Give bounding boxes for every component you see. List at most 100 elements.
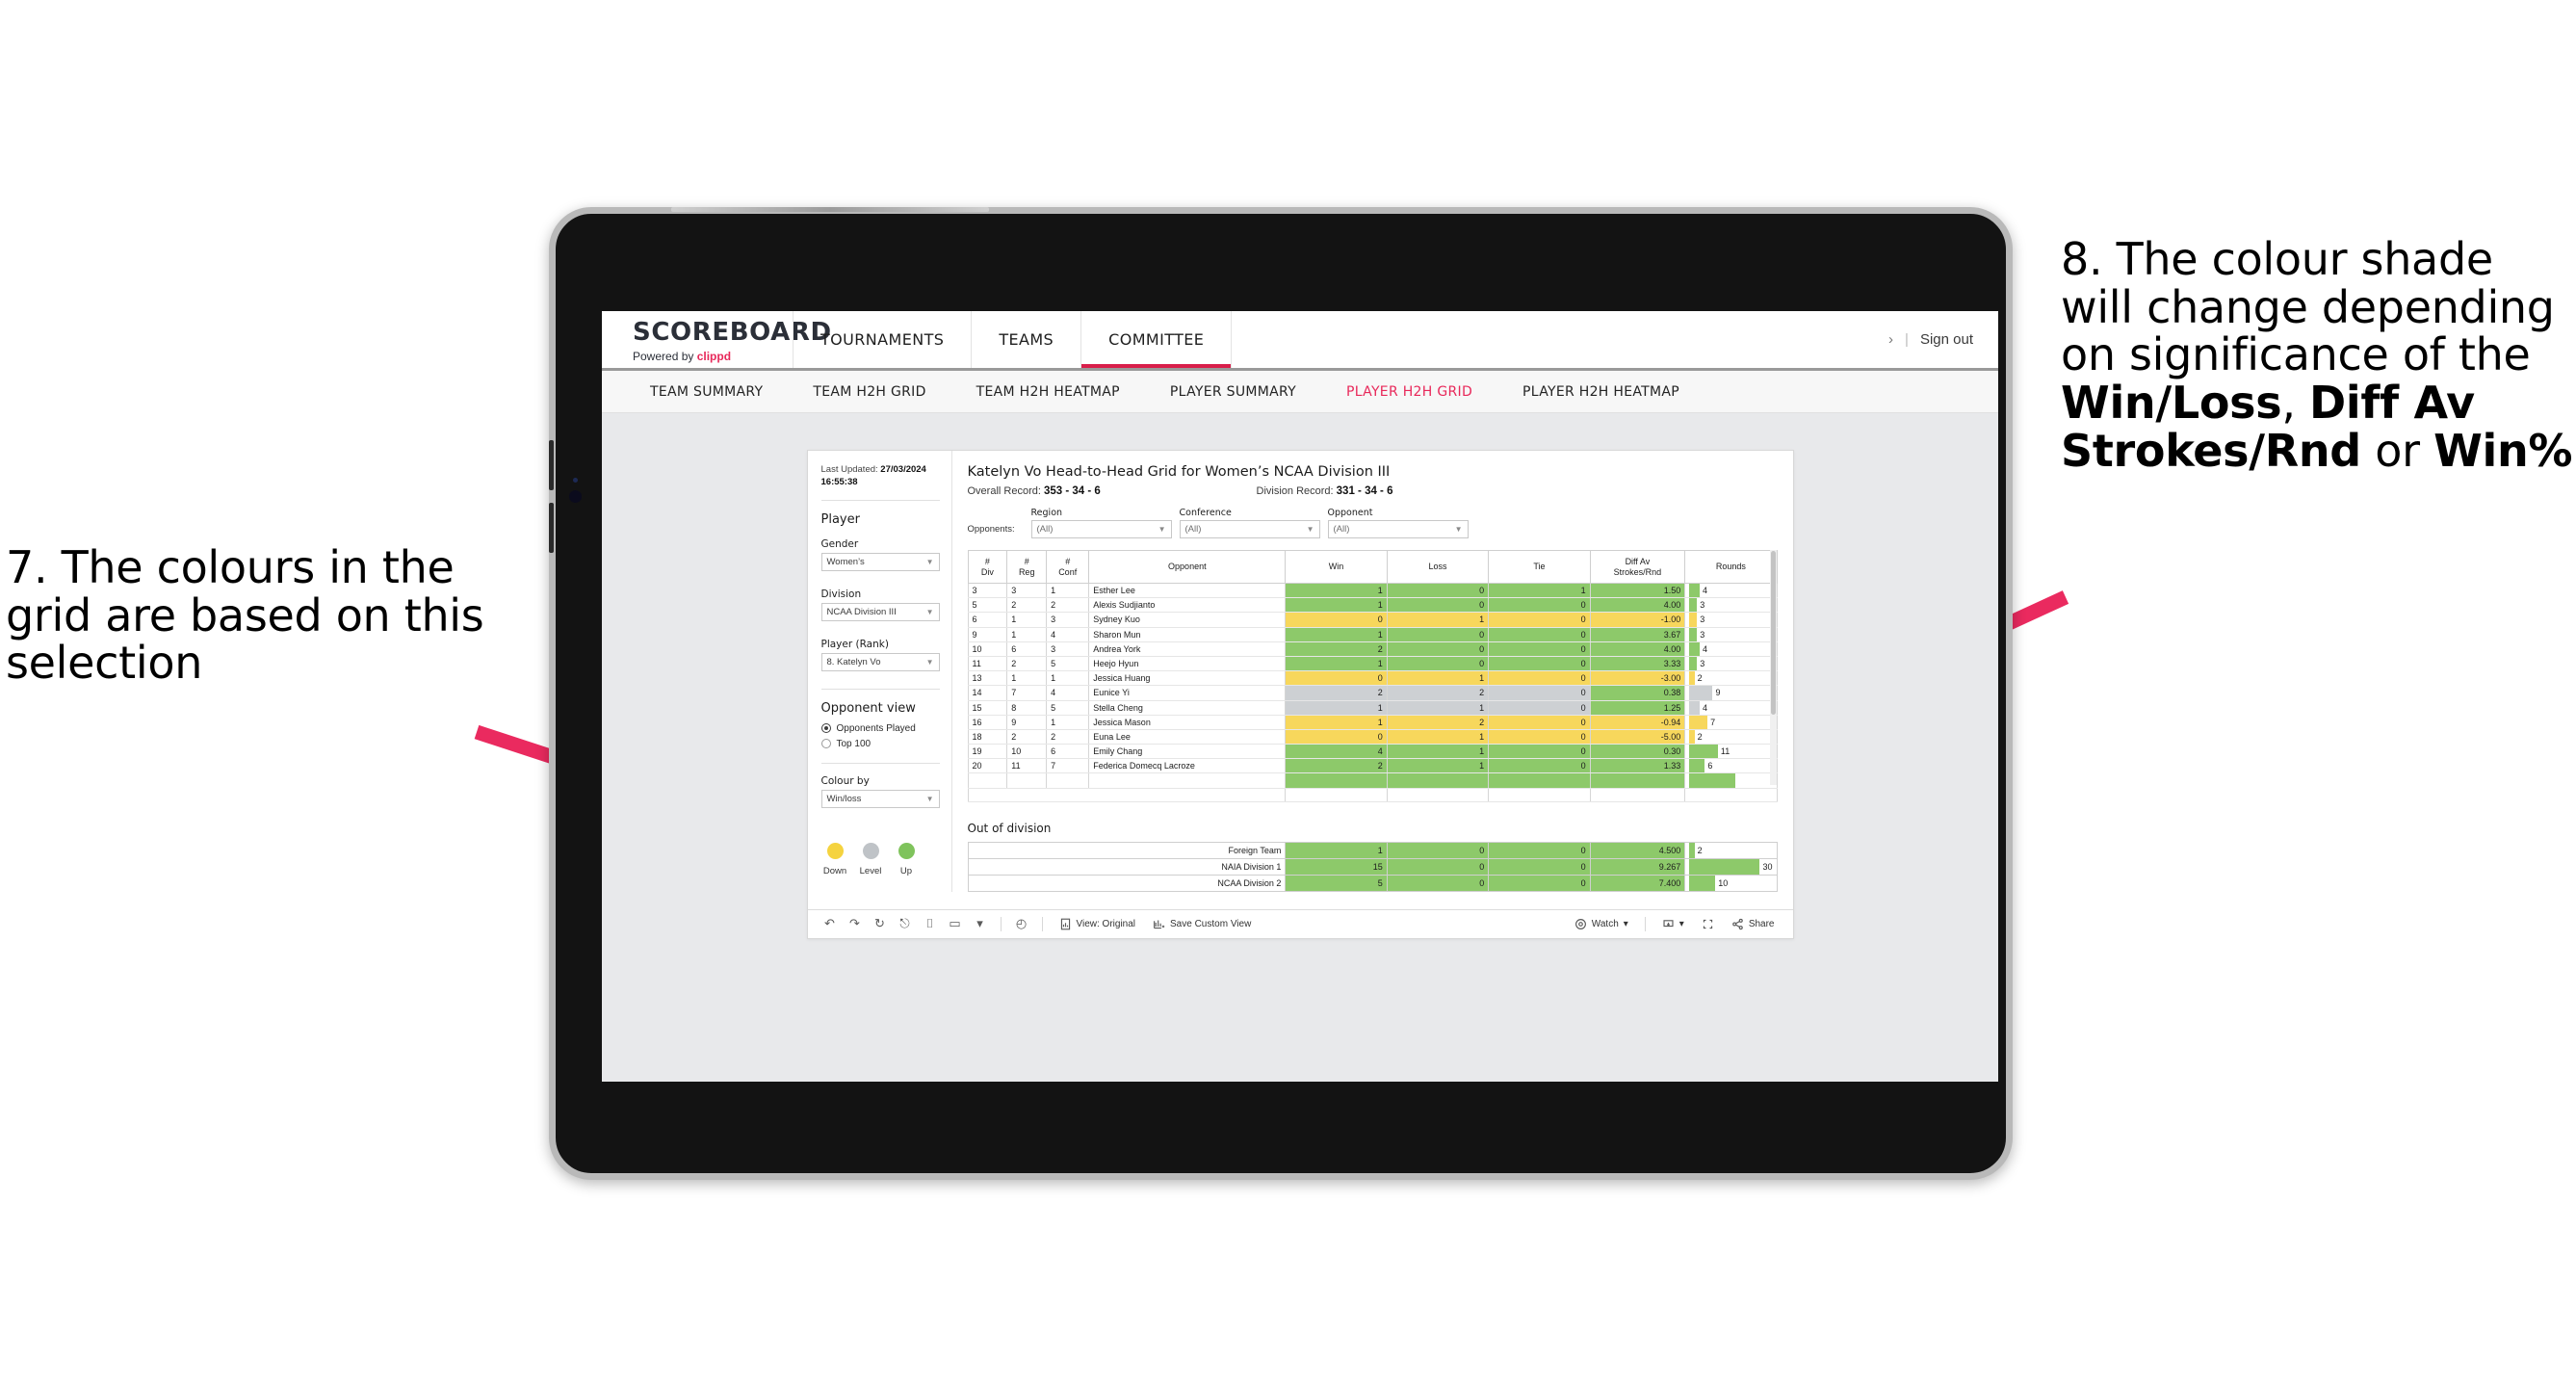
opponent-value: (All) <box>1333 524 1350 535</box>
table-row[interactable]: 9 1 4 Sharon Mun 1 0 0 3.67 3 <box>967 627 1778 642</box>
column-header-win[interactable]: Win <box>1285 550 1388 584</box>
subnav-item-player-h2h-heatmap[interactable]: PLAYER H2H HEATMAP <box>1497 384 1704 400</box>
opponent-select[interactable]: (All) ▼ <box>1327 520 1469 538</box>
chevron-down-icon: ▼ <box>925 607 934 616</box>
device-layout-icon[interactable]: ▭ <box>943 916 968 931</box>
view-original-button[interactable]: View: Original <box>1051 918 1145 930</box>
player-rank-select[interactable]: 8. Katelyn Vo ▼ <box>820 652 940 671</box>
fullscreen-icon <box>1703 919 1712 928</box>
h2h-grid-table: # Div # Reg # Conf Opponent Win Loss Tie Diff Av St… <box>967 550 1778 802</box>
subnav-item-player-summary[interactable]: PLAYER SUMMARY <box>1145 384 1321 400</box>
out-of-division-row[interactable]: Foreign Team 1 0 0 4.500 2 <box>967 841 1778 859</box>
region-select[interactable]: (All) ▼ <box>1030 520 1172 538</box>
rounds-bar-cell: 3 <box>1684 597 1778 614</box>
table-row-partial[interactable] <box>967 772 1778 789</box>
column-header-opponent[interactable]: Opponent <box>1088 550 1287 584</box>
division-select[interactable]: NCAA Division III ▼ <box>820 602 940 621</box>
pause-updates-icon[interactable]: ⌷ <box>918 916 943 931</box>
colour-by-label: Colour by <box>820 774 870 787</box>
division-value: NCAA Division III <box>826 606 897 617</box>
table-row[interactable]: 5 2 2 Alexis Sudjianto 1 0 0 4.00 3 <box>967 597 1778 614</box>
conference-select[interactable]: (All) ▼ <box>1179 520 1320 538</box>
history-icon[interactable]: ◴ <box>1009 916 1034 931</box>
table-row[interactable]: 6 1 3 Sydney Kuo 0 1 0 -1.00 3 <box>967 612 1778 628</box>
topnav-item-tournaments[interactable]: TOURNAMENTS <box>793 311 973 368</box>
topnav-item-teams[interactable]: TEAMS <box>972 311 1082 368</box>
legend-label-level: Level <box>859 865 882 876</box>
division-record-value: 331 - 34 - 6 <box>1336 485 1393 497</box>
table-row[interactable]: 15 8 5 Stella Cheng 1 1 0 1.25 4 <box>967 700 1778 716</box>
radio-top-100[interactable]: Top 100 <box>820 738 940 749</box>
out-of-division-row[interactable]: NAIA Division 1 15 0 0 9.267 30 <box>967 857 1778 876</box>
colour-by-select[interactable]: Win/loss ▼ <box>820 789 940 808</box>
table-scrollbar[interactable] <box>1769 550 1777 785</box>
column-header-rounds[interactable]: Rounds <box>1684 550 1778 584</box>
chevron-right-icon[interactable]: › <box>1888 331 1893 348</box>
column-header-loss[interactable]: Loss <box>1386 550 1490 584</box>
table-row[interactable]: 16 9 1 Jessica Mason 1 2 0 -0.94 7 <box>967 715 1778 730</box>
topnav-item-committee[interactable]: COMMITTEE <box>1081 311 1233 368</box>
annotation-left: 7. The colours in the grid are based on … <box>6 541 484 690</box>
share-button[interactable]: Share <box>1723 918 1783 930</box>
column-header-reg[interactable]: # Reg <box>1006 550 1048 584</box>
table-row[interactable]: 18 2 2 Euna Lee 0 1 0 -5.00 2 <box>967 729 1778 745</box>
sign-out-button[interactable]: Sign out <box>1920 331 1973 348</box>
fullscreen-button[interactable] <box>1693 918 1723 930</box>
table-row[interactable]: 14 7 4 Eunice Yi 2 2 0 0.38 9 <box>967 685 1778 701</box>
column-header-diff-av-strokes-rnd[interactable]: Diff Av Strokes/Rnd <box>1589 550 1686 584</box>
redo-icon[interactable]: ↷ <box>843 916 868 931</box>
subnav-item-team-summary[interactable]: TEAM SUMMARY <box>625 384 788 400</box>
subnav-item-player-h2h-grid[interactable]: PLAYER H2H GRID <box>1321 384 1497 400</box>
scrollbar-thumb[interactable] <box>1770 551 1776 715</box>
share-label: Share <box>1748 918 1775 929</box>
radio-label: Top 100 <box>836 738 872 749</box>
brand-logo[interactable]: SCOREBOARD Powered by clippd <box>602 311 831 368</box>
annotation-right-bold-winloss: Win/Loss <box>2061 377 2282 430</box>
subnav-item-team-h2h-heatmap[interactable]: TEAM H2H HEATMAP <box>951 384 1145 400</box>
legend-dots <box>821 825 940 859</box>
undo-icon[interactable]: ↶ <box>818 916 843 931</box>
save-custom-view-button[interactable]: Save Custom View <box>1144 918 1260 930</box>
conference-value: (All) <box>1184 524 1202 535</box>
annotation-right-prefix: 8. The colour shade will change dependin… <box>2061 233 2555 381</box>
chevron-down-icon: ▼ <box>925 657 934 667</box>
chevron-down-icon: ▼ <box>1454 525 1463 534</box>
volume-up-button[interactable] <box>549 440 554 490</box>
visualization-body: Last Updated: 27/03/2024 16:55:38 Player… <box>808 451 1793 892</box>
bottom-toolbar: ↶ ↷ ↻ ⎋ ⌷ ▭ ▾ ◴ View: Original Save Cust… <box>807 908 1793 938</box>
table-row[interactable]: 11 2 5 Heejo Hyun 1 0 0 3.33 3 <box>967 656 1778 672</box>
table-row[interactable]: 10 6 3 Andrea York 2 0 0 4.00 4 <box>967 641 1778 657</box>
column-header-conf[interactable]: # Conf <box>1046 550 1090 584</box>
gender-select[interactable]: Women’s ▼ <box>820 552 940 571</box>
chevron-down-icon: ▼ <box>1306 525 1314 534</box>
column-header-div[interactable]: # Div <box>967 550 1008 584</box>
app-top-bar: SCOREBOARD Powered by clippd TOURNAMENTS… <box>602 311 1998 371</box>
legend-label-down: Down <box>822 865 847 876</box>
revert-icon[interactable]: ↻ <box>868 916 893 931</box>
table-row[interactable]: 19 10 6 Emily Chang 4 1 0 0.30 11 <box>967 744 1778 760</box>
volume-down-button[interactable] <box>549 503 554 553</box>
divider <box>1041 916 1043 931</box>
chevron-down-icon: ▼ <box>925 557 934 566</box>
table-row[interactable]: 3 3 1 Esther Lee 1 0 1 1.50 4 <box>967 583 1778 599</box>
legend-dot-up <box>898 842 915 859</box>
annotation-right-mid-2: or <box>2360 424 2434 477</box>
chevron-down-icon[interactable]: ▾ <box>968 916 993 931</box>
out-of-division-title: Out of division <box>967 821 1052 835</box>
subnav-item-team-h2h-grid[interactable]: TEAM H2H GRID <box>788 384 950 400</box>
rounds-bar-cell: 3 <box>1684 656 1778 672</box>
table-row[interactable]: 13 1 1 Jessica Huang 0 1 0 -3.00 2 <box>967 670 1778 687</box>
column-header-tie[interactable]: Tie <box>1488 550 1591 584</box>
table-body: 3 3 1 Esther Lee 1 0 1 1.50 4 5 2 2 Alexis Sudjianto… <box>967 583 1778 802</box>
top-navigation: TOURNAMENTS TEAMS COMMITTEE <box>793 311 1233 368</box>
watch-button[interactable]: Watch ▾ <box>1566 918 1637 930</box>
refresh-data-icon[interactable]: ⎋ <box>893 916 918 931</box>
radio-opponents-played[interactable]: Opponents Played <box>820 723 940 734</box>
table-row[interactable]: 20 11 7 Federica Domecq Lacroze 2 1 0 1.33 6 <box>967 758 1778 774</box>
dashboard-canvas: Last Updated: 27/03/2024 16:55:38 Player… <box>602 413 1998 939</box>
rounds-bar-cell: 3 <box>1684 612 1778 628</box>
out-of-division-row[interactable]: NCAA Division 2 5 0 0 7.400 10 <box>967 874 1778 892</box>
chevron-down-icon: ▼ <box>925 794 934 803</box>
view-icon <box>1060 918 1070 930</box>
download-button[interactable]: ▾ <box>1653 918 1693 930</box>
